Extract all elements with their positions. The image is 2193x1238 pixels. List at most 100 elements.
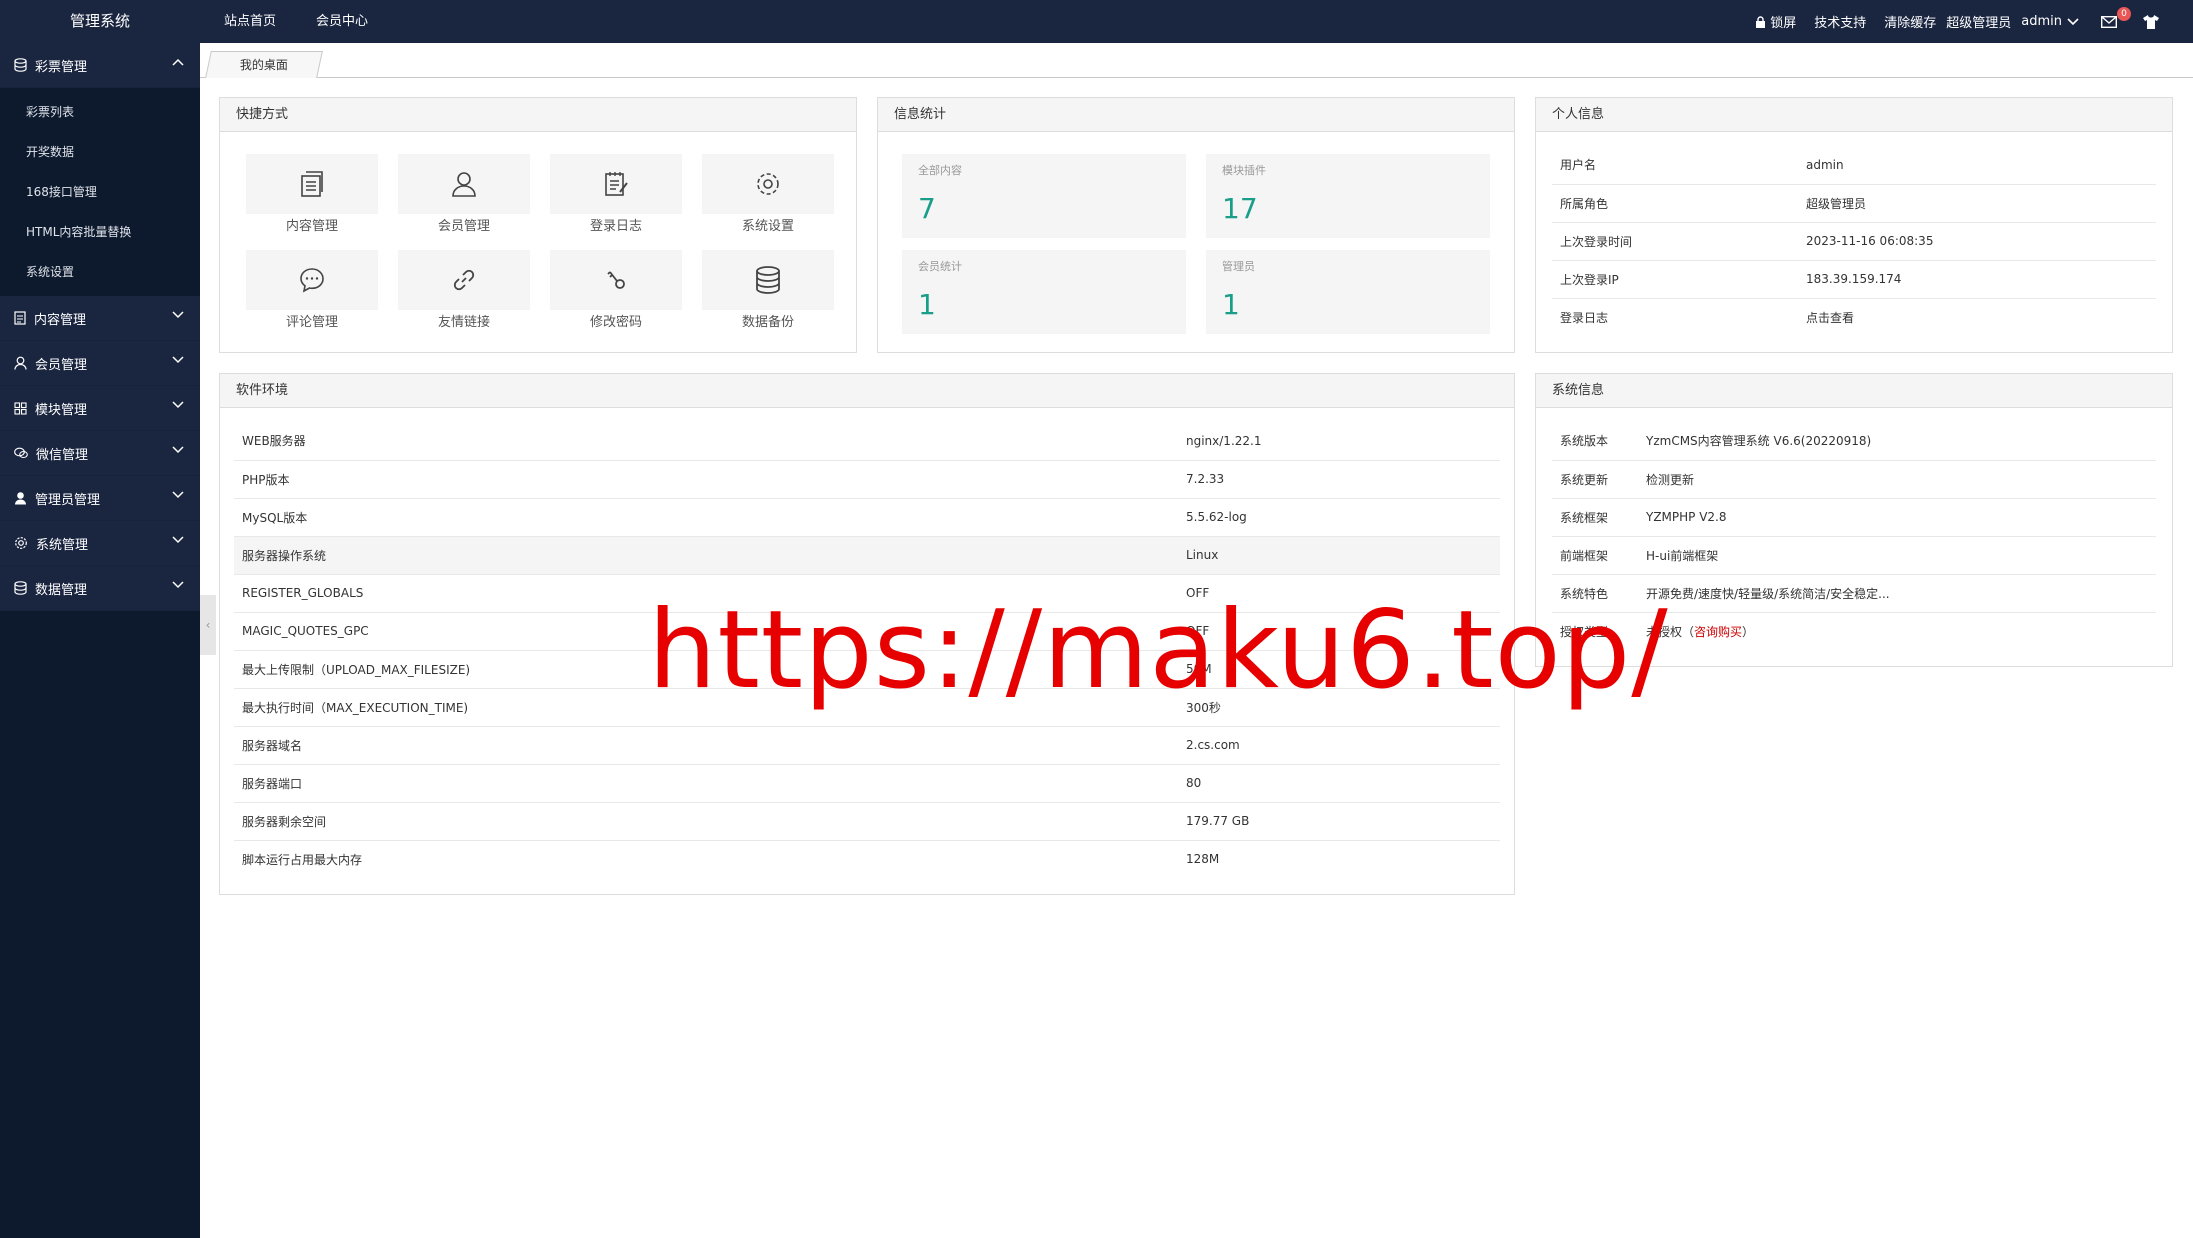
shortcut-label: 会员管理: [437, 219, 490, 234]
table-row: 所属角色 超级管理员: [1552, 184, 2156, 223]
panel-title: 系统信息: [1536, 374, 2172, 408]
info-value: 2023-11-16 06:08:35: [1798, 222, 2156, 261]
sidebar-item-api-manage[interactable]: 168接口管理: [0, 172, 200, 212]
stat-label: 模块插件: [1222, 164, 1266, 177]
shortcut-label: 数据备份: [741, 315, 794, 330]
info-key: 所属角色: [1552, 184, 1798, 223]
panel-title: 快捷方式: [220, 98, 856, 132]
stat-members[interactable]: 会员统计 1: [902, 250, 1186, 334]
chevron-up-icon: [172, 58, 184, 66]
stat-grid: 全部内容 7 模块插件 17 会员统计 1 管理员 1: [902, 154, 1490, 334]
sidebar-item-lottery-list[interactable]: 彩票列表: [0, 92, 200, 132]
lock-icon: [1756, 15, 1766, 28]
stat-value: 1: [1222, 288, 1240, 321]
consult-purchase-link[interactable]: 咨询购买: [1694, 625, 1742, 639]
table-row: 用户名 admin: [1552, 146, 2156, 185]
stat-module-plugins[interactable]: 模块插件 17: [1206, 154, 1490, 238]
info-key: 系统框架: [1552, 498, 1638, 537]
shortcut-label: 友情链接: [437, 315, 490, 330]
clear-cache-link[interactable]: 清除缓存: [1884, 12, 1936, 31]
sidebar-item-html-replace[interactable]: HTML内容批量替换: [0, 212, 200, 252]
brand-title: 管理系统: [69, 12, 130, 30]
info-value: 128M: [1186, 852, 1220, 867]
personal-info-panel: 个人信息 用户名 admin 所属角色 超级管理员 上次登录时间 2023-11-16…: [1535, 97, 2173, 353]
gear-icon: [757, 173, 779, 195]
shortcut-change-password[interactable]: 修改密码: [550, 250, 682, 336]
table-row: 服务器剩余空间 179.77 GB: [234, 802, 1500, 841]
top-bar: 管理系统 站点首页 会员中心 锁屏 技术支持 清除缓存 超级管理员 admin …: [0, 0, 2193, 43]
grid-icon: [14, 401, 27, 415]
shortcut-comment-manage[interactable]: 评论管理: [246, 250, 378, 336]
chevron-down-icon: [172, 401, 184, 409]
info-value: YzmCMS内容管理系统 V6.6(20220918): [1638, 422, 2156, 461]
sidebar-group-label: 内容管理: [34, 312, 87, 328]
info-value: admin: [1798, 146, 2156, 185]
chevron-down-icon: [172, 311, 184, 319]
chevron-down-icon: [172, 536, 184, 544]
sidebar-collapse-toggle[interactable]: ‹: [200, 595, 216, 655]
database-icon: [14, 58, 27, 72]
check-update-link[interactable]: 检测更新: [1638, 460, 2156, 499]
user-dropdown[interactable]: admin: [2021, 14, 2083, 29]
chevron-down-icon: [172, 491, 184, 499]
sidebar-group-lottery[interactable]: 彩票管理: [0, 43, 200, 88]
messages-button[interactable]: 0: [2101, 6, 2131, 28]
info-key: 系统版本: [1552, 422, 1638, 461]
sidebar-group-data[interactable]: 数据管理: [0, 566, 200, 611]
mail-icon: [2101, 15, 2117, 28]
login-log-link[interactable]: 点击查看: [1798, 298, 2156, 336]
stat-value: 17: [1222, 192, 1258, 225]
sidebar-group-label: 模块管理: [35, 402, 88, 418]
info-key: PHP版本: [234, 460, 1178, 499]
info-value: nginx/1.22.1: [1178, 422, 1500, 461]
chevron-down-icon: [2067, 17, 2079, 25]
info-key: 服务器剩余空间: [234, 802, 1178, 841]
info-value: 2.cs.com: [1178, 726, 1500, 765]
skin-button[interactable]: [2143, 14, 2163, 29]
role-label: 超级管理员: [1946, 16, 2012, 31]
tab-my-desktop[interactable]: 我的桌面: [205, 51, 323, 78]
document-icon: [14, 311, 26, 325]
table-row: 服务器操作系统 Linux: [234, 536, 1500, 575]
tshirt-icon: [2143, 14, 2159, 29]
sidebar-group-system[interactable]: 系统管理: [0, 521, 200, 566]
stat-label: 全部内容: [918, 164, 962, 177]
lock-screen-button[interactable]: 锁屏: [1755, 12, 1796, 31]
shortcut-login-log[interactable]: 登录日志: [550, 154, 682, 240]
sidebar-group-wechat[interactable]: 微信管理: [0, 431, 200, 476]
table-row: MySQL版本 5.5.62-log: [234, 498, 1500, 537]
sidebar-group-modules[interactable]: 模块管理: [0, 386, 200, 431]
lock-label: 锁屏: [1770, 16, 1797, 31]
table-row: 系统更新 检测更新: [1552, 460, 2156, 499]
table-row: 前端框架 H-ui前端框架: [1552, 536, 2156, 575]
tech-support-link[interactable]: 技术支持: [1814, 12, 1866, 31]
panel-title: 软件环境: [220, 374, 1514, 408]
info-key: 脚本运行占用最大内存: [242, 852, 363, 867]
stat-admins[interactable]: 管理员 1: [1206, 250, 1490, 334]
key-icon: [607, 271, 625, 289]
chevron-left-icon: ‹: [205, 618, 211, 632]
sidebar-group-members[interactable]: 会员管理: [0, 341, 200, 386]
shortcut-data-backup[interactable]: 数据备份: [702, 250, 834, 336]
table-row: 脚本运行占用最大内存 128M: [234, 840, 1500, 878]
shortcut-member-manage[interactable]: 会员管理: [398, 154, 530, 240]
info-value: 7.2.33: [1178, 460, 1500, 499]
nav-site-home[interactable]: 站点首页: [224, 0, 276, 43]
sidebar-group-admins[interactable]: 管理员管理: [0, 476, 200, 521]
personal-info-table: 用户名 admin 所属角色 超级管理员 上次登录时间 2023-11-16 06:0…: [1552, 146, 2156, 336]
sidebar-item-draw-data[interactable]: 开奖数据: [0, 132, 200, 172]
shortcut-friend-links[interactable]: 友情链接: [398, 250, 530, 336]
sidebar-item-lottery-settings[interactable]: 系统设置: [0, 252, 200, 292]
info-key: MySQL版本: [234, 498, 1178, 537]
info-key: WEB服务器: [234, 422, 1178, 461]
log-icon: [605, 172, 628, 196]
shortcut-content-manage[interactable]: 内容管理: [246, 154, 378, 240]
shortcut-system-settings[interactable]: 系统设置: [702, 154, 834, 240]
sidebar-group-content[interactable]: 内容管理: [0, 296, 200, 341]
panel-title: 信息统计: [878, 98, 1514, 132]
tab-bar: 我的桌面: [200, 43, 2193, 78]
stats-panel: 信息统计 全部内容 7 模块插件 17 会员统计 1 管理员 1: [877, 97, 1515, 353]
stat-total-content[interactable]: 全部内容 7: [902, 154, 1186, 238]
top-nav: 站点首页 会员中心: [224, 0, 408, 43]
nav-member-center[interactable]: 会员中心: [316, 0, 368, 43]
